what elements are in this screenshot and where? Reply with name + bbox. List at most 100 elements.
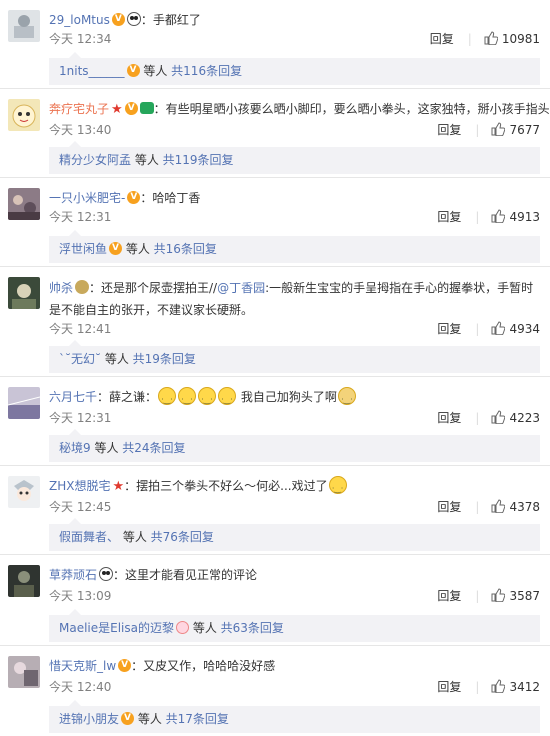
reply-summary[interactable]: 精分少女阿孟 等人 共119条回复 xyxy=(49,141,540,174)
smile-emoji-icon xyxy=(178,387,197,410)
comment-actions: 回复 | 3587 xyxy=(437,588,540,603)
reply-summary[interactable]: Maelie是Elisa的迈黎 等人 共63条回复 xyxy=(49,609,540,642)
reply-summary[interactable]: 假面舞者、 等人 共76条回复 xyxy=(49,518,540,551)
thumbs-up-icon[interactable] xyxy=(491,209,506,223)
reply-user[interactable]: 假面舞者、 xyxy=(59,530,119,544)
reply-user[interactable]: 浮世闲鱼 xyxy=(59,242,107,256)
avatar[interactable] xyxy=(8,99,40,131)
laugh-emoji-icon xyxy=(328,476,347,499)
reply-mid-text: 等人 xyxy=(134,712,166,726)
reply-mid-text: 等人 xyxy=(119,530,151,544)
reply-button[interactable]: 回复 xyxy=(437,500,461,514)
username[interactable]: 惜天克斯_lw xyxy=(49,659,116,673)
username[interactable]: 草莽顽石 xyxy=(49,568,97,582)
like-count: 3412 xyxy=(509,680,540,694)
comment-actions: 回复 | 4378 xyxy=(437,499,540,514)
like-count: 7677 xyxy=(509,123,540,137)
reply-count-link[interactable]: 共16条回复 xyxy=(154,242,217,256)
comment-text: ：有些明星晒小孩要么晒小脚印，要么晒小拳头，这家独特，掰小孩手指头。 xyxy=(153,102,550,116)
thumbs-up-icon[interactable] xyxy=(491,499,506,513)
comment-time: 今天 13:40 xyxy=(49,123,112,137)
like-count: 4913 xyxy=(509,210,540,224)
comment-text-line: ZHX想脱宅 ★：摆拍三个拳头不好么～何必...戏过了 xyxy=(49,476,540,499)
reply-button[interactable]: 回复 xyxy=(437,322,461,336)
reply-button[interactable]: 回复 xyxy=(437,210,461,224)
reply-user[interactable]: `˘无幻˘ xyxy=(59,352,101,366)
reply-count-link[interactable]: 共17条回复 xyxy=(166,712,229,726)
reply-button[interactable]: 回复 xyxy=(437,589,461,603)
comment-item: ZHX想脱宅★：摆拍三个拳头不好么～何必...戏过了 今天 12:45 回复|4… xyxy=(0,466,550,555)
thumbs-up-icon[interactable] xyxy=(491,122,506,136)
dog-emoji-icon xyxy=(337,387,356,410)
reply-count-link[interactable]: 共116条回复 xyxy=(171,64,242,78)
reply-summary[interactable]: 1nits______ 等人 共116条回复 xyxy=(49,52,540,85)
avatar[interactable] xyxy=(8,10,40,42)
smile-emoji-icon xyxy=(198,387,217,410)
reply-user[interactable]: 进锦小朋友 xyxy=(59,712,119,726)
reply-summary[interactable]: `˘无幻˘ 等人 共19条回复 xyxy=(49,340,540,373)
reply-count-link[interactable]: 共76条回复 xyxy=(151,530,214,544)
reply-user[interactable]: 1nits______ xyxy=(59,64,125,78)
reply-button[interactable]: 回复 xyxy=(437,411,461,425)
username[interactable]: 29_loMtus xyxy=(49,13,110,27)
comment-time: 今天 12:34 xyxy=(49,32,112,46)
thumbs-up-icon[interactable] xyxy=(491,321,506,335)
star-icon: ★ xyxy=(112,479,125,494)
like-count: 3587 xyxy=(509,589,540,603)
thumbs-up-icon[interactable] xyxy=(491,410,506,424)
comment-item: 草莽顽石 ：这里才能看见正常的评论 今天 13:09 回复 | 3587 Maelie… xyxy=(0,555,550,646)
reply-mid-text: 等人 xyxy=(101,352,133,366)
reply-user[interactable]: Maelie是Elisa的迈黎 xyxy=(59,621,174,635)
comment-actions: 回复 | 4934 xyxy=(437,321,540,336)
comment-actions: 回复 | 7677 xyxy=(437,122,540,137)
comment-list: 29_loMtus ：手都红了 今天 12:34 回复|10981 1nits__… xyxy=(0,0,550,736)
vip-badge-icon xyxy=(127,191,141,204)
panda-icon xyxy=(99,567,114,581)
comment-actions: 回复 | 4223 xyxy=(437,410,540,425)
username[interactable]: 帅杀 xyxy=(49,281,73,295)
reply-summary[interactable]: 秘境9 等人 共24条回复 xyxy=(49,429,540,462)
mention-link[interactable]: @丁香园 xyxy=(217,281,265,295)
comment-time: 今天 12:31 xyxy=(49,210,112,224)
comment-actions: 回复 | 3412 xyxy=(437,679,540,694)
thumbs-up-icon[interactable] xyxy=(491,679,506,693)
thumbs-up-icon[interactable] xyxy=(491,588,506,602)
reply-count-link[interactable]: 共24条回复 xyxy=(122,441,185,455)
reply-button[interactable]: 回复 xyxy=(430,32,454,46)
comment-item: 惜天克斯_lw ：又皮又作，哈哈哈没好感 今天 12:40 回复|3412 进锦小… xyxy=(0,646,550,736)
reply-button[interactable]: 回复 xyxy=(437,680,461,694)
vip-badge-icon xyxy=(126,64,140,77)
avatar[interactable] xyxy=(8,476,40,508)
reply-summary[interactable]: 浮世闲鱼 等人 共16条回复 xyxy=(49,230,540,263)
username[interactable]: 一只小米肥宅- xyxy=(49,191,125,205)
reply-user[interactable]: 精分少女阿孟 xyxy=(59,153,131,167)
reply-count-link[interactable]: 共119条回复 xyxy=(163,153,234,167)
comment-text: ：这里才能看见正常的评论 xyxy=(113,568,258,582)
smile-emoji-icon xyxy=(158,387,177,410)
reply-mid-text: 等人 xyxy=(189,621,221,635)
comment-item: 一只小米肥宅- ：哈哈丁香 今天 12:31 回复|4913 浮世闲鱼 等人 共1… xyxy=(0,178,550,267)
reply-count-link[interactable]: 共19条回复 xyxy=(133,352,196,366)
avatar[interactable] xyxy=(8,387,40,419)
username[interactable]: 奔疗宅丸子 xyxy=(49,102,109,116)
vip-badge-icon xyxy=(118,659,132,672)
username[interactable]: ZHX想脱宅 xyxy=(49,479,110,493)
thumbs-up-icon[interactable] xyxy=(484,31,498,45)
comment-text-line: 29_loMtus ：手都红了 xyxy=(49,10,540,30)
reply-mid-text: 等人 xyxy=(131,153,163,167)
reply-count-link[interactable]: 共63条回复 xyxy=(221,621,284,635)
avatar[interactable] xyxy=(8,565,40,597)
reply-user[interactable]: 秘境9 xyxy=(59,441,91,455)
avatar[interactable] xyxy=(8,277,40,309)
like-count: 10981 xyxy=(501,32,540,46)
comment-text-line: 奔疗宅丸子★ ：有些明星晒小孩要么晒小脚印，要么晒小拳头，这家独特，掰小孩手指头。 xyxy=(49,99,550,120)
avatar[interactable] xyxy=(8,656,40,688)
username[interactable]: 六月七千 xyxy=(49,390,97,404)
reply-button[interactable]: 回复 xyxy=(437,123,461,137)
comment-text-line: 六月七千：薛之谦： 我自己加狗头了啊 xyxy=(49,387,540,410)
avatar[interactable] xyxy=(8,188,40,220)
reply-summary[interactable]: 进锦小朋友 等人 共17条回复 xyxy=(49,700,540,733)
comment-time: 今天 12:41 xyxy=(49,322,112,336)
comment-item: 29_loMtus ：手都红了 今天 12:34 回复|10981 1nits__… xyxy=(0,0,550,89)
like-count: 4934 xyxy=(509,322,540,336)
